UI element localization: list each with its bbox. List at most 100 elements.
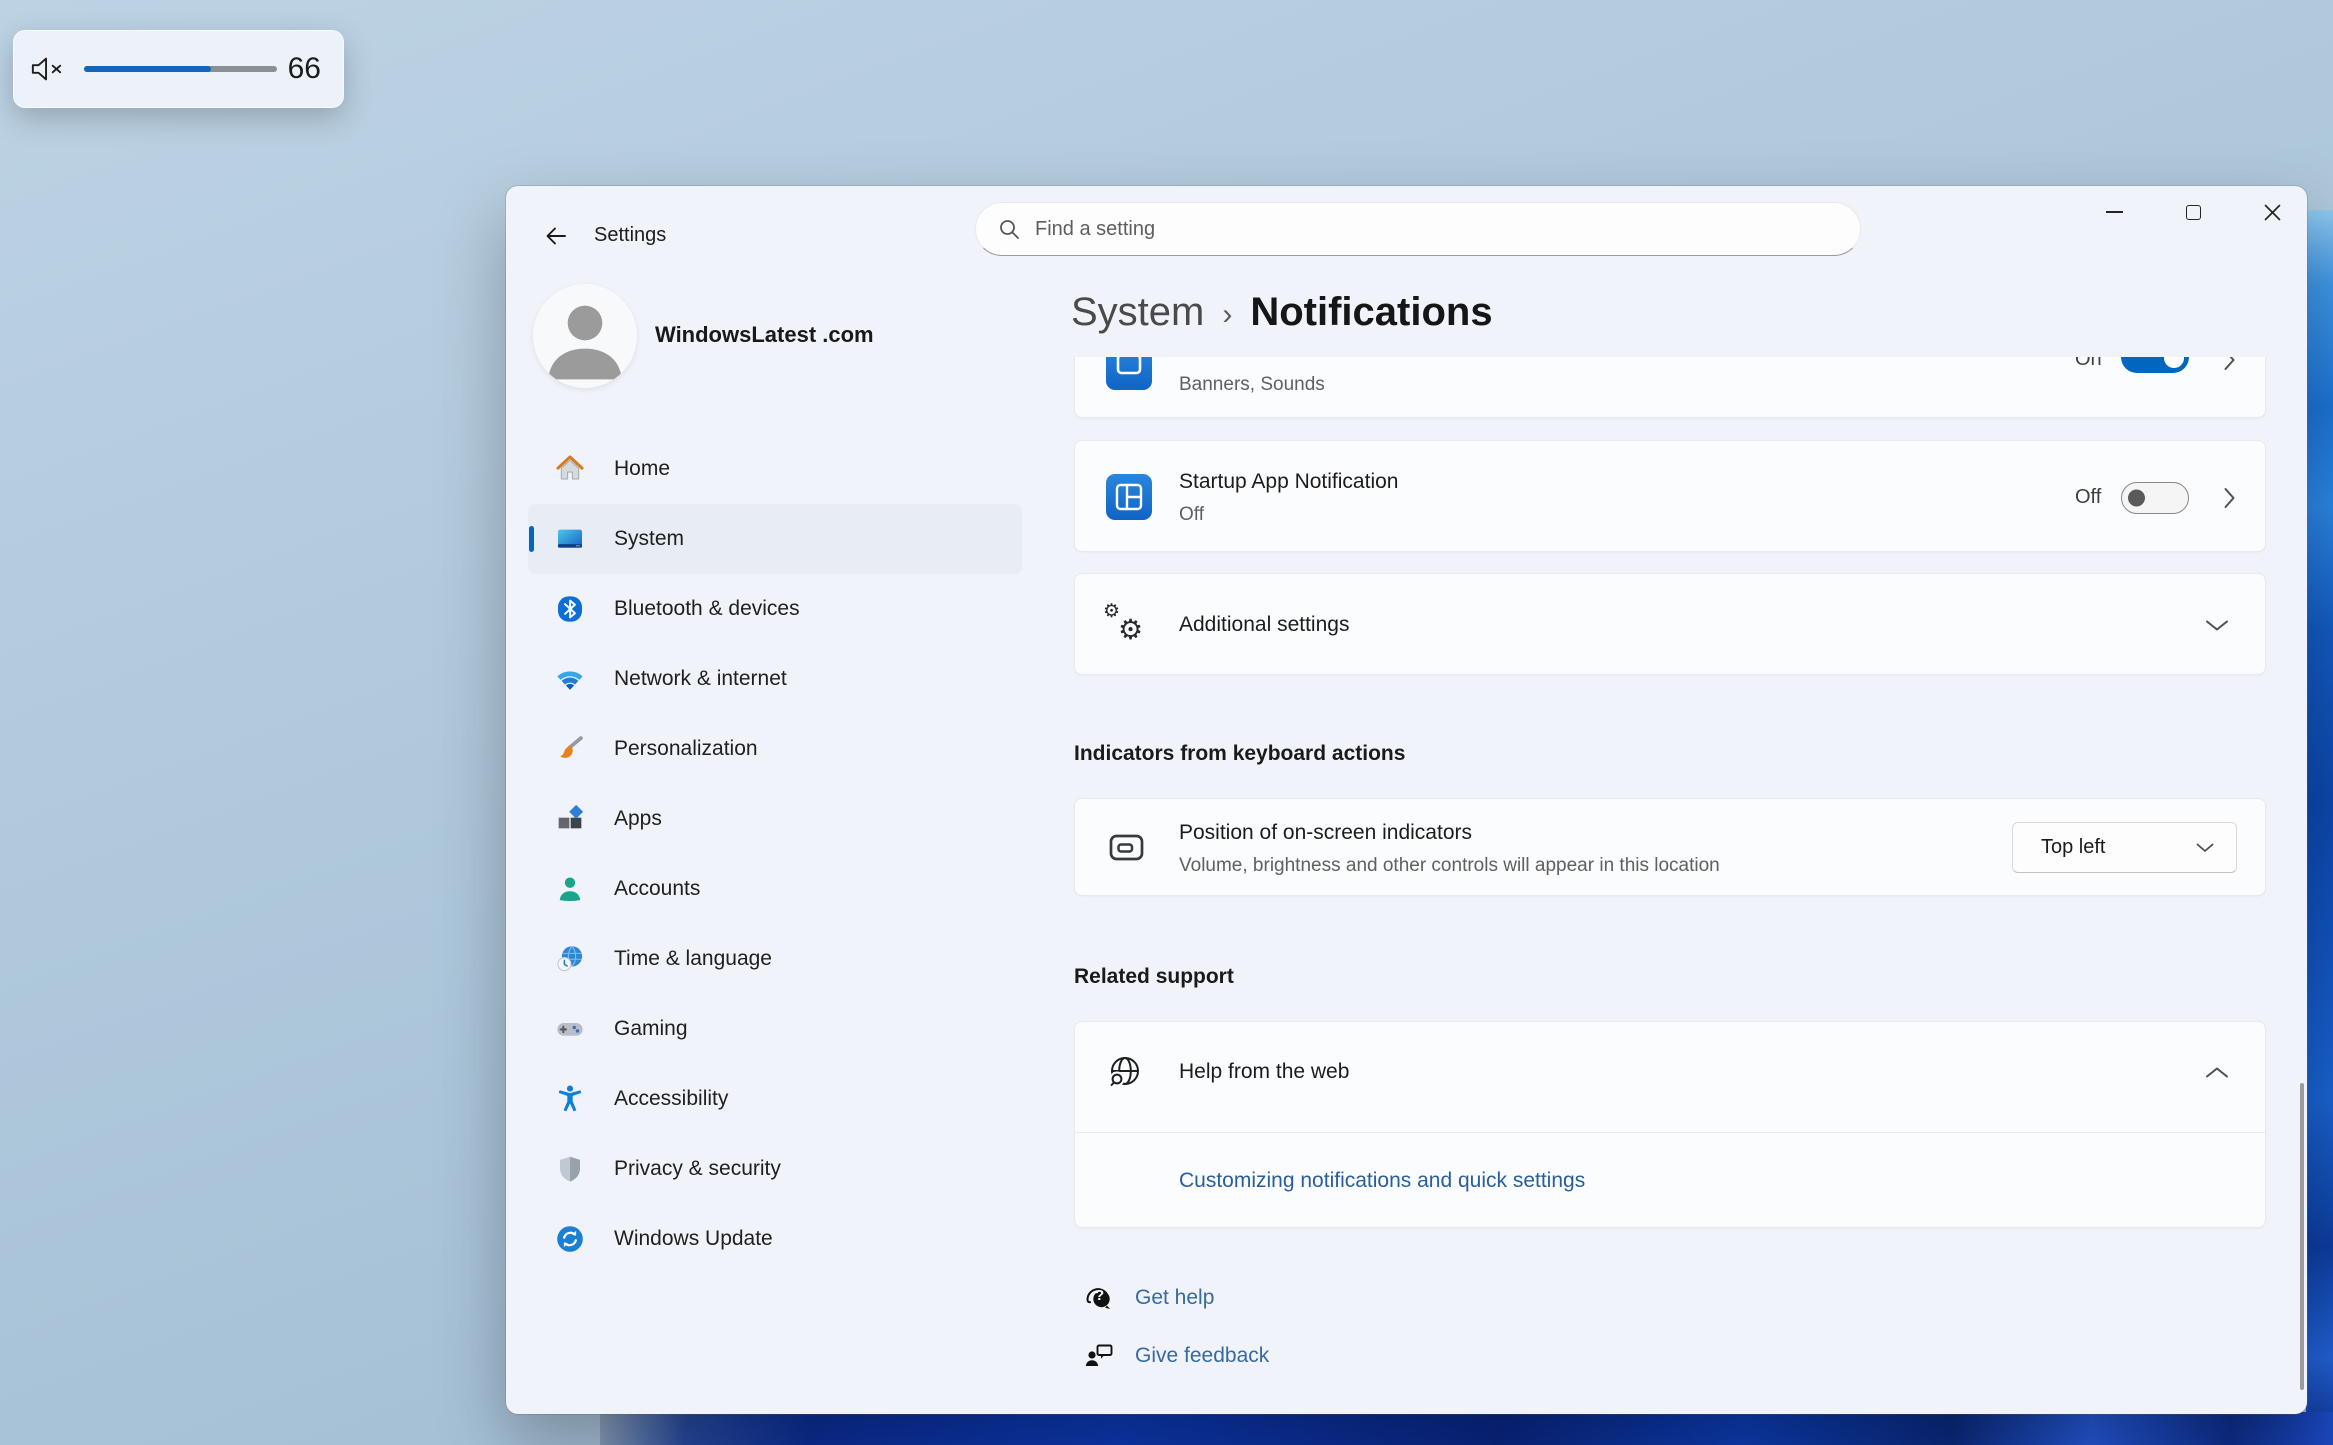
give-feedback-icon: [1083, 1340, 1115, 1372]
volume-slider[interactable]: [84, 66, 277, 72]
position-indicators-row: Position of on-screen indicators Volume,…: [1074, 798, 2266, 896]
sidebar-item-windows-update[interactable]: Windows Update: [528, 1204, 1022, 1274]
row-title: Startup App Notification: [1179, 470, 1398, 494]
window-controls: [2082, 186, 2305, 238]
notifications-toggle[interactable]: [2121, 357, 2189, 373]
volume-slider-fill: [84, 66, 211, 72]
question-mark: ?: [1095, 1287, 1104, 1304]
sidebar-item-gaming[interactable]: Gaming: [528, 994, 1022, 1064]
volume-osd: 66: [13, 30, 344, 108]
volume-muted-icon[interactable]: [30, 54, 64, 84]
accounts-icon: [554, 873, 586, 905]
profile-name: WindowsLatest .com: [655, 322, 874, 348]
on-screen-indicator-icon: [1103, 824, 1151, 872]
windows-update-icon: [554, 1223, 586, 1255]
wallpaper-bloom-bottom: [600, 1412, 2333, 1445]
sidebar-item-personalization[interactable]: Personalization: [528, 714, 1022, 784]
chevron-down-icon[interactable]: [2205, 619, 2229, 632]
page-title: Notifications: [1250, 290, 1492, 335]
sidebar-item-accessibility[interactable]: Accessibility: [528, 1064, 1022, 1134]
network-icon: [554, 663, 586, 695]
maximize-button[interactable]: [2161, 186, 2226, 238]
sidebar-item-network[interactable]: Network & internet: [528, 644, 1022, 714]
give-feedback-link[interactable]: Give feedback: [1083, 1340, 1269, 1372]
sidebar-item-label: Gaming: [614, 1017, 688, 1041]
sidebar-item-home[interactable]: Home: [528, 434, 1022, 504]
sidebar-item-bluetooth[interactable]: Bluetooth & devices: [528, 574, 1022, 644]
globe-search-icon: [1104, 1051, 1146, 1093]
home-icon: [554, 453, 586, 485]
privacy-shield-icon: [554, 1153, 586, 1185]
get-help-icon: ?: [1083, 1282, 1115, 1314]
sidebar-item-accounts[interactable]: Accounts: [528, 854, 1022, 924]
help-from-web-card: Help from the web Customizing notificati…: [1074, 1021, 2266, 1228]
minimize-button[interactable]: [2082, 186, 2147, 238]
chevron-right-icon[interactable]: [2223, 357, 2236, 371]
sidebar-item-label: Personalization: [614, 737, 758, 761]
dropdown-value: Top left: [2041, 836, 2105, 859]
gaming-icon: [554, 1013, 586, 1045]
sidebar-item-label: Accessibility: [614, 1087, 728, 1111]
back-button[interactable]: [536, 216, 576, 256]
sidebar-item-time-language[interactable]: Time & language: [528, 924, 1022, 994]
search-placeholder: Find a setting: [1035, 218, 1155, 241]
chevron-right-icon[interactable]: [2223, 487, 2236, 509]
sidebar-item-label: Accounts: [614, 877, 700, 901]
divider: [1075, 1132, 2265, 1133]
chevron-up-icon[interactable]: [2205, 1066, 2229, 1079]
sidebar-item-label: Bluetooth & devices: [614, 597, 800, 621]
window-title: Settings: [594, 224, 666, 247]
avatar[interactable]: [533, 284, 637, 388]
row-title[interactable]: Help from the web: [1179, 1060, 1349, 1084]
wallpaper-bloom-right: [2306, 210, 2333, 1445]
close-icon: [2264, 204, 2281, 221]
startup-app-icon: [1106, 474, 1152, 520]
search-input[interactable]: Find a setting: [975, 202, 1861, 256]
sidebar: Home System Bluetooth & devices Network …: [528, 434, 1022, 1274]
time-language-icon: [554, 943, 586, 975]
sidebar-item-apps[interactable]: Apps: [528, 784, 1022, 854]
row-subtitle: Volume, brightness and other controls wi…: [1179, 855, 1720, 877]
toggle-knob: [2128, 490, 2145, 507]
minimize-icon: [2106, 211, 2123, 213]
toggle-knob: [2164, 357, 2184, 368]
position-dropdown[interactable]: Top left: [2012, 822, 2237, 873]
row-title: Position of on-screen indicators: [1179, 821, 1472, 845]
apps-icon: [554, 803, 586, 835]
search-icon: [998, 218, 1020, 240]
back-arrow-icon: [544, 225, 568, 247]
sidebar-item-privacy[interactable]: Privacy & security: [528, 1134, 1022, 1204]
startup-app-notification-row[interactable]: Startup App Notification Off Off: [1074, 440, 2266, 552]
close-button[interactable]: [2240, 186, 2305, 238]
notifications-master-row[interactable]: Banners, Sounds On: [1074, 357, 2266, 418]
gears-icon: ⚙ ⚙: [1103, 600, 1153, 650]
personalization-icon: [554, 733, 586, 765]
breadcrumb-separator: ›: [1222, 294, 1232, 332]
get-help-link[interactable]: ? Get help: [1083, 1282, 1214, 1314]
breadcrumb-system[interactable]: System: [1071, 290, 1204, 335]
sidebar-item-label: System: [614, 527, 684, 551]
volume-value: 66: [288, 52, 321, 86]
person-icon: [533, 284, 637, 388]
gear-large-icon: ⚙: [1118, 613, 1143, 646]
customizing-notifications-link[interactable]: Customizing notifications and quick sett…: [1179, 1169, 1585, 1193]
sidebar-item-label: Apps: [614, 807, 662, 831]
startup-toggle[interactable]: [2121, 482, 2189, 514]
toggle-state-label: Off: [2075, 486, 2101, 509]
give-feedback-label: Give feedback: [1135, 1344, 1269, 1368]
additional-settings-row[interactable]: ⚙ ⚙ Additional settings: [1074, 573, 2266, 675]
toggle-state-label: On: [2075, 357, 2102, 371]
sidebar-item-system[interactable]: System: [528, 504, 1022, 574]
get-help-label: Get help: [1135, 1286, 1214, 1310]
bluetooth-icon: [554, 593, 586, 625]
desktop-wallpaper: 66 Settings Find a setting: [0, 0, 2333, 1445]
sidebar-item-label: Home: [614, 457, 670, 481]
chevron-down-icon: [2196, 843, 2214, 853]
system-icon: [554, 523, 586, 555]
sidebar-item-label: Windows Update: [614, 1227, 773, 1251]
accessibility-icon: [554, 1083, 586, 1115]
breadcrumb: System › Notifications: [1071, 290, 1493, 335]
notifications-icon: [1106, 357, 1152, 390]
section-header-indicators: Indicators from keyboard actions: [1074, 742, 1405, 766]
scrollbar-thumb[interactable]: [2300, 1083, 2304, 1390]
